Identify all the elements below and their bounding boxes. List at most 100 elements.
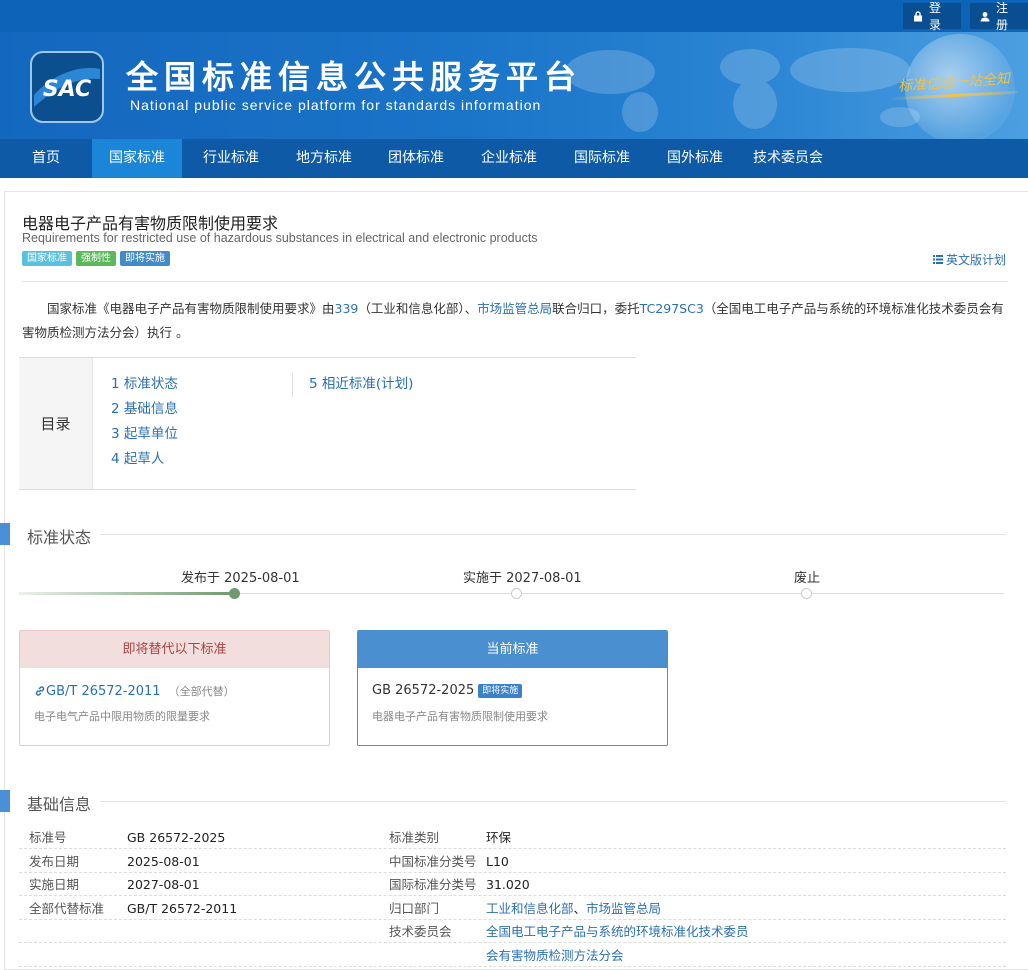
info-value: GB 26572-2025	[127, 830, 226, 845]
timeline-label-abolished: 废止	[794, 571, 821, 586]
replaced-standard-card: 即将替代以下标准 GB/T 26572-2011 （全部代替） 电子电气产品中限…	[19, 630, 330, 746]
info-row: 会有害物质检测方法分会	[19, 944, 1006, 967]
login-label: 登录	[929, 1, 942, 32]
timeline-dot-effective	[511, 588, 522, 599]
section-title-status: 标准状态	[27, 528, 92, 547]
info-key: 全部代替标准	[29, 901, 105, 916]
info-row: 全部代替标准 GB/T 26572-2011 归口部门 工业和信息化部、市场监管…	[19, 897, 1006, 920]
nav-enterprise-standards[interactable]: 企业标准	[464, 139, 554, 178]
nav-technical-committees[interactable]: 技术委员会	[740, 139, 836, 178]
register-button[interactable]: 注册	[970, 1, 1028, 32]
toc-column: 1 标准状态 2 基础信息 3 起草单位 4 起草人	[111, 372, 178, 472]
nav-group-standards[interactable]: 团体标准	[368, 139, 464, 178]
page-title-english: Requirements for restricted use of hazar…	[22, 231, 538, 245]
info-value: 全国电工电子产品与系统的环境标准化技术委员	[486, 920, 749, 943]
timeline-dot-published	[229, 588, 240, 599]
nav-national-standards[interactable]: 国家标准	[92, 139, 182, 178]
info-key: 实施日期	[29, 877, 80, 892]
info-key: 标准类别	[389, 830, 440, 845]
toc-label: 目录	[19, 358, 93, 489]
standard-description: 国家标准《电器电子产品有害物质限制使用要求》由339（工业和信息化部）、市场监管…	[22, 297, 1008, 345]
description-text: 联合归口，委托	[552, 301, 640, 316]
english-plan-link[interactable]: 英文版计划	[933, 251, 1006, 268]
nav-international-standards[interactable]: 国际标准	[554, 139, 650, 178]
timeline-progress	[19, 592, 234, 595]
info-value: 2027-08-01	[127, 877, 200, 892]
section-marker	[0, 523, 10, 545]
info-value: 31.020	[486, 877, 530, 892]
current-standard-code: GB 26572-2025	[372, 683, 475, 698]
lock-icon	[914, 10, 923, 22]
main-nav: 首页 国家标准 行业标准 地方标准 团体标准 企业标准 国际标准 国外标准 技术…	[0, 139, 1028, 178]
info-key: 中国标准分类号	[389, 854, 477, 869]
card-header: 即将替代以下标准	[20, 631, 329, 668]
link-icon	[35, 686, 45, 696]
link-samr[interactable]: 市场监管总局	[586, 901, 661, 916]
toc-item-drafters[interactable]: 4 起草人	[111, 447, 178, 472]
separator: 、	[573, 901, 587, 916]
timeline-label-effective: 实施于 2027-08-01	[463, 571, 582, 586]
list-icon	[933, 255, 943, 264]
info-key: 标准号	[29, 830, 67, 845]
nav-industry-standards[interactable]: 行业标准	[182, 139, 280, 178]
site-banner: SAC 全国标准信息公共服务平台 National public service…	[0, 32, 1028, 139]
nav-home[interactable]: 首页	[0, 139, 92, 178]
link-tc297sc3[interactable]: TC297SC3	[640, 301, 704, 316]
info-row: 实施日期 2027-08-01 国际标准分类号 31.020	[19, 873, 1006, 896]
info-key: 技术委员会	[389, 924, 452, 939]
toc-item-related-standards[interactable]: 5 相近标准(计划)	[309, 372, 413, 397]
replacement-note: （全部代替）	[168, 685, 235, 698]
section-marker	[0, 790, 10, 812]
info-value: GB/T 26572-2011	[127, 901, 238, 916]
link-samr[interactable]: 市场监管总局	[477, 301, 552, 316]
section-divider	[100, 801, 1006, 802]
info-row: 标准号 GB 26572-2025 标准类别 环保	[19, 826, 1006, 849]
current-standard-card: 当前标准 GB 26572-2025 即将实施 电器电子产品有害物质限制使用要求	[357, 630, 668, 746]
sac-logo: SAC	[30, 51, 104, 123]
info-key: 归口部门	[389, 901, 440, 916]
info-value: 工业和信息化部、市场监管总局	[486, 897, 661, 920]
info-value: 环保	[486, 830, 512, 845]
link-technical-committee-cont[interactable]: 会有害物质检测方法分会	[486, 948, 624, 963]
site-subtitle: National public service platform for sta…	[130, 97, 542, 113]
timeline-dot-abolished	[801, 588, 812, 599]
svg-text:SAC: SAC	[43, 77, 91, 102]
toc-column: 5 相近标准(计划)	[292, 372, 413, 397]
replaced-standard-name: 电子电气产品中限用物质的限量要求	[34, 710, 210, 723]
info-value: 会有害物质检测方法分会	[486, 944, 624, 967]
current-standard-line: GB 26572-2025 即将实施	[372, 683, 523, 698]
card-header: 当前标准	[358, 631, 667, 668]
toc-item-drafting-units[interactable]: 3 起草单位	[111, 422, 178, 447]
description-text: 国家标准《电器电子产品有害物质限制使用要求》由	[47, 301, 335, 316]
status-badge: 即将实施	[478, 683, 523, 698]
section-title-basic-info: 基础信息	[27, 795, 92, 814]
info-value: L10	[486, 854, 509, 869]
login-button[interactable]: 登录	[903, 1, 961, 32]
english-plan-label: 英文版计划	[946, 253, 1007, 267]
top-bar: 登录 注册	[0, 0, 1028, 32]
info-row: 发布日期 2025-08-01 中国标准分类号 L10	[19, 850, 1006, 873]
timeline-label-published: 发布于 2025-08-01	[181, 571, 300, 586]
tag-national-standard: 国家标准	[22, 251, 72, 266]
link-technical-committee[interactable]: 全国电工电子产品与系统的环境标准化技术委员	[486, 924, 749, 939]
standard-tags: 国家标准 强制性 即将实施	[22, 251, 170, 266]
link-miit[interactable]: 工业和信息化部	[486, 901, 574, 916]
info-key: 发布日期	[29, 854, 80, 869]
register-label: 注册	[996, 1, 1009, 32]
replaced-standard-line: GB/T 26572-2011 （全部代替）	[34, 683, 235, 699]
link-339[interactable]: 339	[335, 301, 359, 316]
nav-foreign-standards[interactable]: 国外标准	[650, 139, 740, 178]
tag-mandatory: 强制性	[76, 251, 116, 266]
toc-item-status[interactable]: 1 标准状态	[111, 372, 178, 397]
description-text: （工业和信息化部）、	[358, 301, 478, 316]
site-title: 全国标准信息公共服务平台	[126, 58, 583, 96]
toc-item-basic-info[interactable]: 2 基础信息	[111, 397, 178, 422]
divider	[22, 281, 1008, 282]
world-map-graphic	[565, 48, 920, 132]
section-divider	[100, 534, 1006, 535]
replaced-standard-code[interactable]: GB/T 26572-2011	[46, 684, 161, 699]
current-standard-name: 电器电子产品有害物质限制使用要求	[372, 710, 548, 723]
info-row: 技术委员会 全国电工电子产品与系统的环境标准化技术委员	[19, 920, 1006, 943]
nav-local-standards[interactable]: 地方标准	[280, 139, 368, 178]
info-key: 国际标准分类号	[389, 877, 477, 892]
